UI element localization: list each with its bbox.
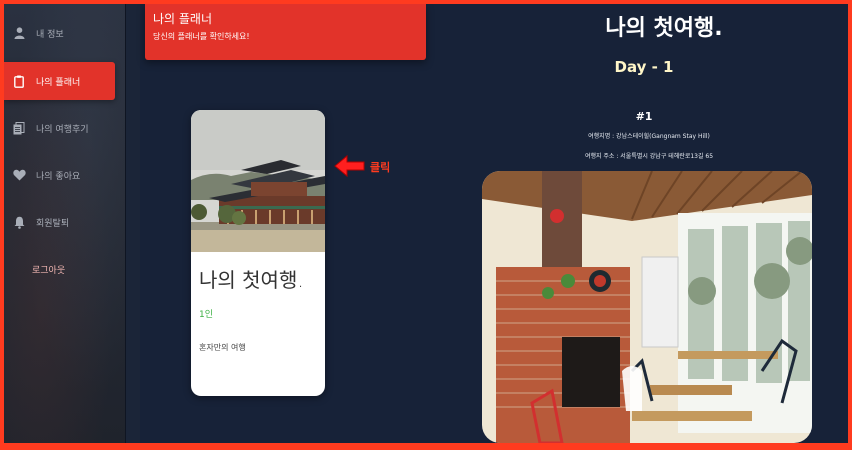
place-address: 여행지 주소 : 서울특별시 강남구 테헤란로13길 65: [584, 153, 714, 160]
sidebar-item-label: 나의 좋아요: [36, 171, 81, 182]
sidebar-item-label: 내 정보: [36, 29, 64, 40]
red-arrow-icon: [334, 154, 365, 178]
sidebar-item-my-reviews[interactable]: 나의 여행후기: [4, 109, 115, 147]
place-name: 여행지명 : 강남스테이힐(Gangnam Stay Hill): [588, 133, 710, 140]
documents-icon: [12, 121, 26, 135]
sidebar-divider: [126, 4, 140, 443]
sidebar-item-withdraw[interactable]: 회원탈퇴: [4, 203, 115, 241]
click-annotation: 클릭: [370, 161, 391, 174]
user-icon: [12, 26, 26, 40]
day-label: Day - 1: [614, 58, 674, 76]
palace-photo: [191, 110, 325, 252]
app-frame: 내 정보 나의 플래너 나의 여행후기 나의 좋아요 회원탈퇴 로그아웃 나의 …: [4, 4, 848, 443]
sidebar-item-my-info[interactable]: 내 정보: [4, 14, 115, 52]
card-people-count: 1인: [199, 310, 214, 320]
card-description: 혼자만의 여행: [199, 343, 246, 352]
sidebar-item-label: 회원탈퇴: [36, 218, 70, 229]
header-card: 나의 플래너 당신의 플래너를 확인하세요!: [145, 4, 426, 60]
place-photo: [482, 171, 812, 443]
logout-link[interactable]: 로그아웃: [32, 263, 65, 276]
clipboard-icon: [12, 74, 26, 88]
heart-icon: [12, 168, 26, 182]
place-number: #1: [635, 110, 653, 123]
sidebar-item-my-likes[interactable]: 나의 좋아요: [4, 156, 115, 194]
sidebar-item-my-planner[interactable]: 나의 플래너: [4, 62, 115, 100]
planner-card[interactable]: 나의 첫여행. 1인 혼자만의 여행: [191, 110, 325, 396]
trip-title: 나의 첫여행.: [605, 16, 723, 41]
page-subtitle: 당신의 플래너를 확인하세요!: [153, 32, 250, 41]
sidebar: 내 정보 나의 플래너 나의 여행후기 나의 좋아요 회원탈퇴 로그아웃: [4, 4, 126, 443]
card-title: 나의 첫여행.: [199, 268, 304, 292]
sidebar-item-label: 나의 플래너: [36, 77, 81, 88]
sidebar-item-label: 나의 여행후기: [36, 124, 89, 135]
bell-icon: [12, 215, 26, 229]
page-title: 나의 플래너: [153, 12, 213, 26]
